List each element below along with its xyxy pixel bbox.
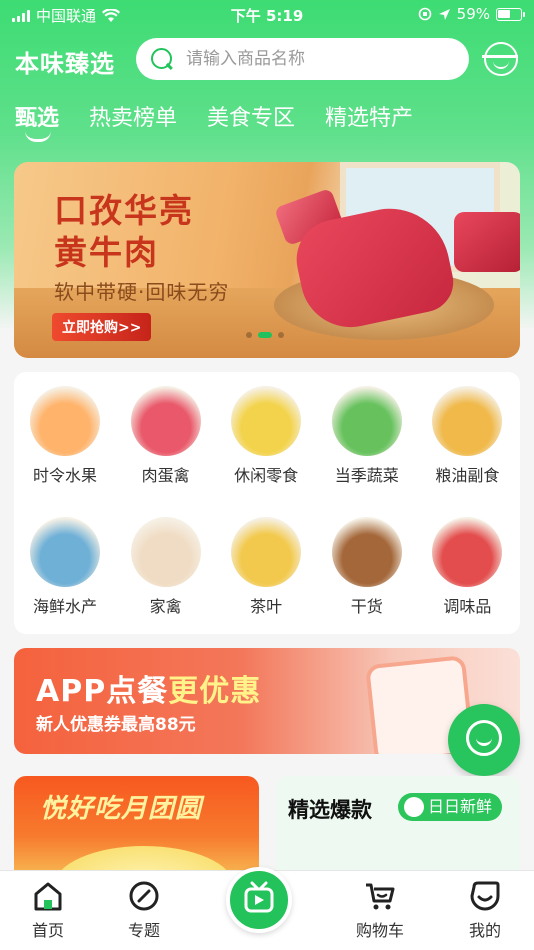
tab-home[interactable]: 首页	[8, 879, 88, 941]
carousel-dot[interactable]	[278, 332, 284, 338]
tab-food-zone[interactable]: 美食专区	[207, 100, 295, 132]
live-tv-icon	[244, 881, 274, 913]
category-item[interactable]: 调味品	[417, 517, 517, 617]
category-grid: 时令水果 肉蛋禽 休闲零食 当季蔬菜 粮油副食海鲜水产 家禽 茶叶 干货 调味品	[14, 372, 520, 634]
festival-card-title: 悦好吃月团圆	[40, 794, 203, 824]
tab-featured[interactable]: 甄选	[15, 100, 59, 142]
carousel-indicator	[246, 332, 284, 338]
carousel-dot[interactable]	[246, 332, 252, 338]
category-item[interactable]: 家禽	[116, 517, 216, 617]
hero-banner[interactable]: 口孜华亮 黄牛肉 软中带硬·回味无穷 立即抢购>>	[14, 162, 520, 358]
banner-title-line2: 黄牛肉	[54, 233, 159, 272]
daily-fresh-label: 日日新鲜	[428, 797, 493, 816]
search-input[interactable]	[186, 49, 436, 69]
category-item[interactable]: 干货	[317, 517, 417, 617]
category-label: 家禽	[149, 597, 182, 616]
home-icon	[34, 882, 62, 911]
floating-service-button[interactable]	[448, 704, 520, 776]
tab-hot-ranking[interactable]: 热卖榜单	[89, 100, 177, 132]
bottom-tab-bar: 首页 专题 购物车 我的	[0, 867, 534, 950]
customer-service-icon[interactable]	[482, 42, 518, 76]
category-item[interactable]: 海鲜水产	[15, 517, 115, 617]
category-item[interactable]: 时令水果	[15, 386, 115, 486]
tab-specialties[interactable]: 精选特产	[325, 100, 413, 132]
battery-icon	[496, 7, 525, 21]
category-label: 粮油副食	[435, 466, 500, 485]
grain-oil-icon	[432, 386, 503, 456]
category-label: 肉蛋禽	[141, 466, 190, 485]
category-item[interactable]: 茶叶	[216, 517, 316, 617]
tea-icon	[231, 517, 302, 587]
promo-title-a: APP点餐	[36, 674, 169, 709]
category-item[interactable]: 粮油副食	[417, 386, 517, 486]
category-label: 干货	[350, 597, 383, 616]
banner-title-line1: 口孜华亮	[54, 191, 194, 230]
location-icon	[438, 8, 450, 20]
carousel-dot-active[interactable]	[258, 332, 272, 338]
tab-live[interactable]	[226, 867, 292, 933]
tab-topics[interactable]: 专题	[104, 879, 184, 941]
category-item[interactable]: 肉蛋禽	[116, 386, 216, 486]
search-bar[interactable]	[136, 38, 469, 80]
category-label: 海鲜水产	[32, 597, 97, 616]
profile-icon	[470, 881, 500, 911]
category-label: 休闲零食	[234, 466, 299, 485]
seasoning-icon	[432, 517, 503, 587]
seafood-icon	[30, 517, 100, 587]
tab-home-label: 首页	[31, 921, 64, 940]
promo-title: APP点餐更优惠	[36, 666, 261, 710]
orientation-lock-icon	[418, 7, 431, 21]
status-bar: 中国联通 下午 5:19 59%	[0, 0, 534, 30]
category-tabs: 甄选 热卖榜单 美食专区 精选特产	[15, 100, 413, 142]
daily-fresh-badge: 日日新鲜	[398, 793, 503, 821]
tab-topics-label: 专题	[127, 921, 160, 940]
dried-goods-icon	[331, 517, 402, 587]
compass-icon	[129, 881, 159, 911]
shopping-bag-icon	[404, 797, 424, 817]
promo-title-b: 更优惠	[168, 674, 262, 709]
meat-egg-icon	[130, 386, 201, 456]
cart-icon	[366, 883, 395, 910]
promo-subtitle: 新人优惠券最高88元	[36, 715, 196, 735]
category-item[interactable]: 休闲零食	[216, 386, 316, 486]
category-label: 茶叶	[250, 597, 283, 616]
snack-icon	[231, 386, 302, 456]
category-item[interactable]: 当季蔬菜	[317, 386, 417, 486]
brand-logo: 本味臻选	[15, 50, 115, 78]
top-bar: 本味臻选	[0, 36, 534, 82]
tab-cart-label: 购物车	[355, 921, 404, 940]
vegetable-icon	[331, 386, 402, 456]
fruit-icon	[30, 386, 100, 456]
category-label: 时令水果	[32, 466, 97, 485]
buy-now-button[interactable]: 立即抢购>>	[52, 313, 152, 341]
banner-subtitle: 软中带硬·回味无穷	[54, 280, 230, 304]
beef-cubes-image	[454, 212, 520, 272]
hot-picks-title: 精选爆款	[288, 798, 372, 822]
category-label: 调味品	[443, 597, 492, 616]
tab-profile-label: 我的	[468, 921, 501, 940]
tab-cart[interactable]: 购物车	[340, 879, 420, 941]
search-icon	[150, 47, 174, 71]
battery-percent: 59%	[456, 5, 490, 23]
category-label: 当季蔬菜	[334, 466, 399, 485]
poultry-icon	[130, 517, 201, 587]
tab-profile[interactable]: 我的	[445, 879, 525, 941]
app-promo-banner[interactable]: APP点餐更优惠 新人优惠券最高88元	[14, 648, 520, 754]
